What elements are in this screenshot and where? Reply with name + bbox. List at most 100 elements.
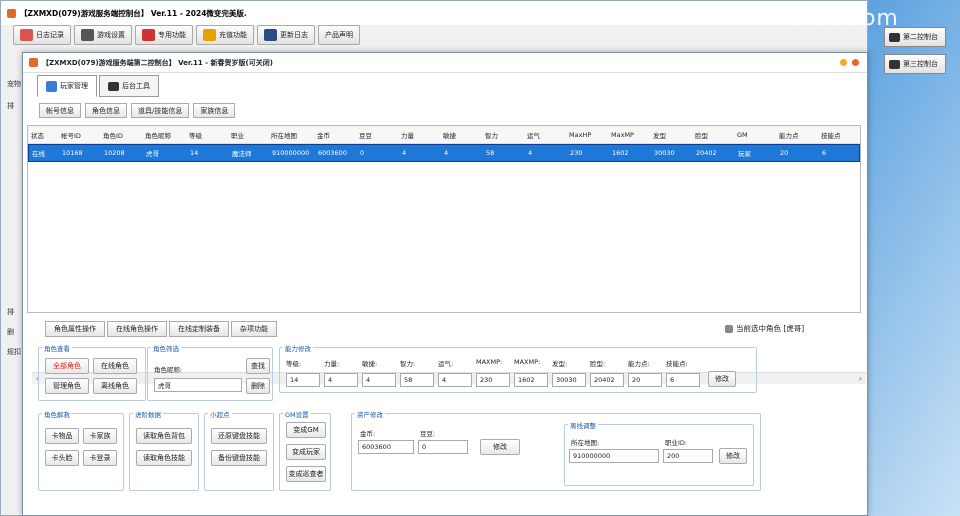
left-side-label: 规扣 bbox=[7, 348, 21, 356]
ability-label: 能力点: bbox=[628, 360, 650, 368]
toolbar-button-0[interactable]: 日志记录 bbox=[13, 25, 71, 45]
ability-input[interactable]: 58 bbox=[400, 373, 434, 387]
ability-input[interactable]: 4 bbox=[324, 373, 358, 387]
column-header[interactable]: 角色ID bbox=[100, 130, 142, 140]
toolbar-button-5[interactable]: 产品声明 bbox=[318, 25, 360, 45]
table-cell: 230 bbox=[570, 149, 583, 157]
become-patrol-button[interactable]: 变成巡查者 bbox=[286, 466, 326, 482]
read-skills-button[interactable]: 读取角色技能 bbox=[136, 450, 192, 466]
current-role-indicator: 当前选中角色 [虎哥] bbox=[725, 323, 804, 334]
become-gm-button[interactable]: 变成GM bbox=[286, 422, 326, 438]
third-console-button[interactable]: 第三控制台 bbox=[884, 54, 946, 74]
column-header[interactable]: 金币 bbox=[314, 130, 356, 140]
subtab-3[interactable]: 家族信息 bbox=[193, 103, 236, 118]
left-side-label: 排 bbox=[7, 102, 14, 110]
ability-input[interactable]: 1602 bbox=[514, 373, 548, 387]
table-cell: 6003600 bbox=[318, 149, 347, 157]
tab-backend-tools[interactable]: 后台工具 bbox=[99, 75, 159, 97]
column-header[interactable]: 力量 bbox=[398, 130, 440, 140]
column-header[interactable]: 状态 bbox=[28, 130, 58, 140]
monitor-icon bbox=[889, 59, 900, 69]
tab-player-management[interactable]: 玩家管理 bbox=[37, 75, 97, 97]
close-button[interactable] bbox=[852, 59, 859, 66]
ability-label: 发型: bbox=[552, 360, 568, 368]
ability-input[interactable]: 4 bbox=[362, 373, 396, 387]
table-cell: 10208 bbox=[104, 149, 125, 157]
ability-input[interactable]: 20 bbox=[628, 373, 662, 387]
ability-modify-button[interactable]: 修改 bbox=[708, 371, 736, 387]
nickname-input[interactable]: 虎哥 bbox=[154, 378, 242, 392]
restore-keyboard-button[interactable]: 还原键盘技能 bbox=[211, 428, 267, 444]
bottom-tab-1[interactable]: 在线角色操作 bbox=[107, 321, 167, 337]
job-id-input[interactable]: 200 bbox=[663, 449, 713, 463]
advanced-data-group: 进阶数据 读取角色背包 读取角色技能 bbox=[129, 409, 199, 491]
stuck-item-button[interactable]: 卡物品 bbox=[45, 428, 79, 444]
ability-input[interactable]: 4 bbox=[438, 373, 472, 387]
ability-label: 等级: bbox=[286, 360, 302, 368]
all-roles-button[interactable]: 全部角色 bbox=[45, 358, 89, 374]
admin-roles-button[interactable]: 管理角色 bbox=[45, 378, 89, 394]
table-cell: 虎哥 bbox=[146, 150, 159, 158]
bean-input[interactable]: 0 bbox=[418, 440, 468, 454]
column-header[interactable]: MaxHP bbox=[566, 131, 608, 139]
coin-icon bbox=[203, 29, 216, 41]
role-view-group: 角色查看 全部角色 在线角色 管理角色 离线角色 bbox=[38, 343, 146, 401]
column-header[interactable]: 脸型 bbox=[692, 130, 734, 140]
subtab-1[interactable]: 角色信息 bbox=[85, 103, 127, 118]
second-console-button[interactable]: 第二控制台 bbox=[884, 27, 946, 47]
toolbar-button-2[interactable]: 专用功能 bbox=[135, 25, 193, 45]
column-header[interactable]: GM bbox=[734, 131, 776, 139]
stuck-login-button[interactable]: 卡登录 bbox=[83, 450, 117, 466]
column-header[interactable]: MaxMP bbox=[608, 131, 650, 139]
left-side-label: 删 bbox=[7, 328, 14, 336]
ability-input[interactable]: 20402 bbox=[590, 373, 624, 387]
column-header[interactable]: 技能点 bbox=[818, 130, 854, 140]
delete-button[interactable]: 删除 bbox=[246, 378, 270, 394]
ability-input[interactable]: 230 bbox=[476, 373, 510, 387]
table-cell: 玩家 bbox=[738, 150, 751, 158]
toolbar-button-4[interactable]: 更新日志 bbox=[257, 25, 315, 45]
stuck-face-button[interactable]: 卡头脸 bbox=[45, 450, 79, 466]
offline-modify-button[interactable]: 修改 bbox=[719, 448, 747, 464]
column-header[interactable]: 所在地图 bbox=[268, 130, 314, 140]
stuck-family-button[interactable]: 卡家族 bbox=[83, 428, 117, 444]
column-header[interactable]: 豆豆 bbox=[356, 130, 398, 140]
toolbar-button-1[interactable]: 游戏设置 bbox=[74, 25, 132, 45]
column-header[interactable]: 角色昵称 bbox=[142, 130, 186, 140]
table-row[interactable]: 在线 10168 10208 虎哥 14 魔法师 910000000 6003600 0 4 4 58… bbox=[28, 144, 860, 162]
ability-input[interactable]: 14 bbox=[286, 373, 320, 387]
minimize-button[interactable] bbox=[840, 59, 847, 66]
column-header[interactable]: 等级 bbox=[186, 130, 228, 140]
column-header[interactable]: 职业 bbox=[228, 130, 268, 140]
column-header[interactable]: 帐号ID bbox=[58, 130, 100, 140]
map-input[interactable]: 910000000 bbox=[569, 449, 659, 463]
bottom-tab-0[interactable]: 角色属性操作 bbox=[45, 321, 105, 337]
ability-input[interactable]: 6 bbox=[666, 373, 700, 387]
column-header[interactable]: 智力 bbox=[482, 130, 524, 140]
scroll-right-icon[interactable]: › bbox=[859, 374, 862, 383]
offline-roles-button[interactable]: 离线角色 bbox=[93, 378, 137, 394]
subtab-2[interactable]: 道具/技能信息 bbox=[131, 103, 190, 118]
online-roles-button[interactable]: 在线角色 bbox=[93, 358, 137, 374]
bottom-tab-3[interactable]: 杂项功能 bbox=[231, 321, 277, 337]
column-header[interactable]: 发型 bbox=[650, 130, 692, 140]
ability-input[interactable]: 30030 bbox=[552, 373, 586, 387]
asset-modify-button[interactable]: 修改 bbox=[480, 439, 520, 455]
subtab-0[interactable]: 帐号信息 bbox=[39, 103, 81, 118]
book-icon bbox=[264, 29, 277, 41]
search-button[interactable]: 查找 bbox=[246, 358, 270, 374]
column-header[interactable]: 能力点 bbox=[776, 130, 818, 140]
column-header[interactable]: 运气 bbox=[524, 130, 566, 140]
read-bag-button[interactable]: 读取角色背包 bbox=[136, 428, 192, 444]
toolbar-button-3[interactable]: 充值功能 bbox=[196, 25, 254, 45]
table-cell: 58 bbox=[486, 149, 495, 157]
gold-input[interactable]: 6003600 bbox=[358, 440, 414, 454]
bottom-tab-2[interactable]: 在线定制装备 bbox=[169, 321, 229, 337]
home-icon bbox=[29, 58, 38, 67]
ability-label: 智力: bbox=[400, 360, 416, 368]
backup-keyboard-button[interactable]: 备份键盘技能 bbox=[211, 450, 267, 466]
table-header: 状态 帐号ID 角色ID 角色昵称 等级 职业 所在地图 金币 豆豆 力量 敏捷 智力 运气 MaxHP M… bbox=[28, 126, 860, 144]
become-player-button[interactable]: 变成玩家 bbox=[286, 444, 326, 460]
column-header[interactable]: 敏捷 bbox=[440, 130, 482, 140]
role-table: 状态 帐号ID 角色ID 角色昵称 等级 职业 所在地图 金币 豆豆 力量 敏捷 智力 运气 MaxHP M… bbox=[27, 125, 866, 384]
